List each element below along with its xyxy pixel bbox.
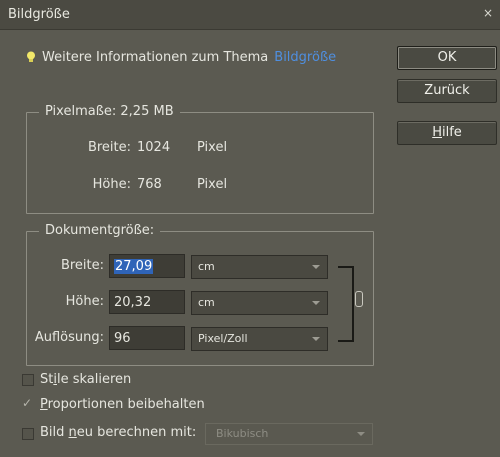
constrain-checkbox[interactable]: ✓ [22,396,32,410]
help-button[interactable]: Hilfe [397,121,497,145]
chevron-down-icon [312,301,320,305]
doc-width-value: 27,09 [114,259,154,274]
resample-label[interactable]: Bild neu berechnen mit: [40,425,196,440]
scale-styles-pre: St [40,372,54,387]
doc-width-label: Breite: [60,258,104,273]
info-text: Weitere Informationen zum Thema [42,50,269,65]
resample-post: eu berechnen mit: [76,425,197,440]
back-button[interactable]: Zurück [397,79,497,103]
doc-width-input[interactable]: 27,09 [109,254,185,278]
chain-link-icon [355,291,363,307]
lightbulb-icon [27,51,35,62]
info-link[interactable]: Bildgröße [274,50,336,65]
doc-height-value: 20,32 [114,295,152,310]
pixel-width-value: 1024 [137,140,171,155]
resample-method-select: Bikubisch [205,423,373,445]
scale-styles-checkbox[interactable] [22,374,34,386]
resample-pre: Bild [40,425,69,440]
chevron-down-icon [312,337,320,341]
title-bar: Bildgröße × [0,0,500,30]
resolution-input[interactable]: 96 [109,326,185,350]
resample-checkbox[interactable] [22,428,34,440]
pixel-height-unit: Pixel [197,177,228,192]
doc-height-input[interactable]: 20,32 [109,290,185,314]
resample-mnemonic: n [68,425,77,440]
doc-height-unit: cm [198,296,215,309]
document-size-legend: Dokumentgröße: [39,223,161,238]
chevron-down-icon [312,265,320,269]
scale-styles-post: le skalieren [56,372,132,387]
constrain-post: roportionen beibehalten [47,397,205,412]
help-mnemonic: H [432,125,442,140]
ok-button[interactable]: OK [397,46,497,70]
constrain-bracket [338,266,354,342]
resample-method: Bikubisch [216,427,269,440]
doc-width-unit: cm [198,260,215,273]
help-label: ilfe [441,125,462,140]
resolution-value: 96 [114,331,131,346]
resolution-label: Auflösung: [34,330,104,345]
doc-height-label: Höhe: [65,294,104,309]
pixel-height-value: 768 [137,177,162,192]
window-title: Bildgröße [8,7,70,22]
pixel-dimensions-legend: Pixelmaße: 2,25 MB [39,104,180,119]
pixel-dimensions-group: Pixelmaße: 2,25 MB Breite: 1024 Pixel Hö… [26,104,374,214]
doc-width-unit-select[interactable]: cm [191,255,328,279]
pixel-width-unit: Pixel [197,140,228,155]
resolution-unit: Pixel/Zoll [198,332,248,345]
info-text-wrap: Weitere Informationen zum Thema Bildgröße [42,50,336,65]
scale-styles-label[interactable]: Stile skalieren [40,372,131,387]
resolution-unit-select[interactable]: Pixel/Zoll [191,327,328,351]
pixel-height-label: Höhe: [92,177,131,192]
close-icon[interactable]: × [483,6,493,20]
pixel-width-label: Breite: [87,140,131,155]
chevron-down-icon [357,432,365,436]
doc-height-unit-select[interactable]: cm [191,291,328,315]
constrain-mnemonic: P [40,397,48,412]
constrain-label[interactable]: Proportionen beibehalten [40,397,205,412]
